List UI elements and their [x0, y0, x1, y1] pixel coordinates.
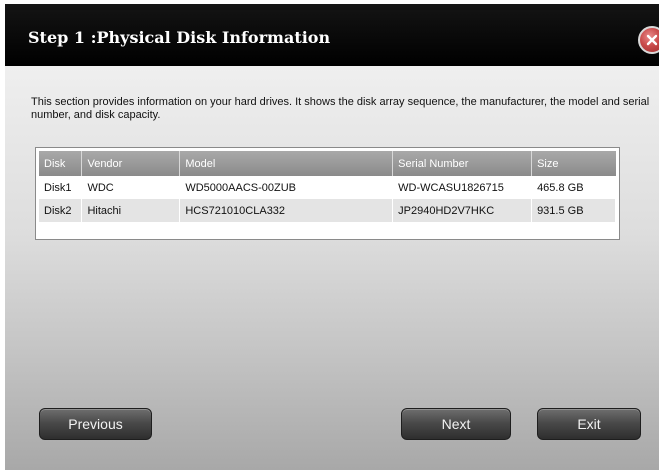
- cell-vendor: WDC: [81, 176, 181, 199]
- column-header-disk[interactable]: Disk: [39, 151, 83, 176]
- cell-serial-number: JP2940HD2V7HKC: [392, 199, 533, 222]
- cell-disk: Disk1: [39, 176, 83, 199]
- cell-serial-number: WD-WCASU1826715: [392, 176, 533, 199]
- wizard-dialog: Step 1 :Physical Disk Information This s…: [5, 4, 659, 470]
- disk-table-container: Disk Vendor Model Serial Number Size Dis…: [35, 147, 620, 240]
- table-header-row: Disk Vendor Model Serial Number Size: [39, 151, 616, 176]
- cell-model: WD5000AACS-00ZUB: [179, 176, 394, 199]
- column-header-serial-number[interactable]: Serial Number: [392, 151, 533, 176]
- close-button[interactable]: [638, 26, 659, 54]
- column-header-vendor[interactable]: Vendor: [81, 151, 181, 176]
- exit-button[interactable]: Exit: [537, 408, 641, 440]
- column-header-size[interactable]: Size: [531, 151, 616, 176]
- previous-button[interactable]: Previous: [39, 408, 152, 440]
- next-button[interactable]: Next: [401, 408, 511, 440]
- section-description: This section provides information on you…: [31, 96, 650, 121]
- table-row[interactable]: Disk1 WDC WD5000AACS-00ZUB WD-WCASU18267…: [39, 176, 616, 199]
- cell-vendor: Hitachi: [81, 199, 181, 222]
- cell-size: 465.8 GB: [531, 176, 616, 199]
- cell-model: HCS721010CLA332: [179, 199, 394, 222]
- column-header-model[interactable]: Model: [179, 151, 394, 176]
- close-icon: [646, 34, 658, 46]
- table-row[interactable]: Disk2 Hitachi HCS721010CLA332 JP2940HD2V…: [39, 199, 616, 222]
- disk-table: Disk Vendor Model Serial Number Size Dis…: [39, 151, 616, 222]
- cell-size: 931.5 GB: [531, 199, 616, 222]
- dialog-titlebar: Step 1 :Physical Disk Information: [5, 4, 659, 66]
- cell-disk: Disk2: [39, 199, 83, 222]
- dialog-title: Step 1 :Physical Disk Information: [28, 28, 331, 47]
